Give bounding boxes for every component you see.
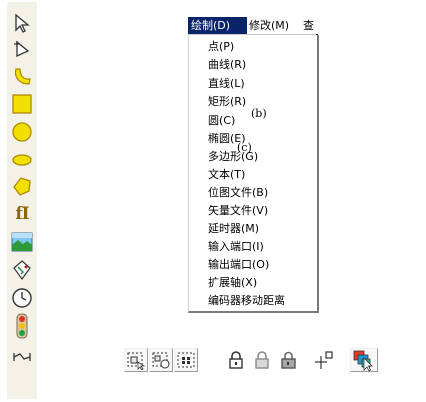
ellipse-icon[interactable] — [10, 148, 34, 172]
color-icon[interactable] — [350, 348, 378, 372]
select-all-icon[interactable] — [174, 348, 198, 372]
menu-item-line[interactable]: 直线(L) — [208, 75, 245, 92]
menu-bar: 绘制(D) 修改(M) 查 — [188, 17, 318, 35]
timer-icon[interactable] — [10, 286, 34, 310]
lock-all-icon[interactable] — [276, 348, 300, 372]
curve-icon[interactable] — [10, 65, 34, 89]
select-arrow-icon[interactable] — [10, 11, 34, 35]
origin-icon[interactable] — [312, 348, 336, 372]
menu-item-bitmap-file[interactable]: 位图文件(B) — [208, 184, 268, 201]
text-tool-glyph: fI — [15, 204, 29, 224]
menu-item-encoder-distance[interactable]: 编码器移动距离 — [208, 292, 285, 309]
menu-item-timer[interactable]: 延时器(M) — [208, 220, 259, 237]
menu-item-point[interactable]: 点(P) — [208, 38, 234, 55]
polygon-icon[interactable] — [10, 174, 34, 198]
menu-query[interactable]: 查 — [300, 17, 317, 34]
menu-item-input-port[interactable]: 输入端口(I) — [208, 238, 264, 255]
annotation-b: (b) — [251, 107, 267, 120]
menu-item-vector-file[interactable]: 矢量文件(V) — [208, 202, 268, 219]
menu-item-output-port[interactable]: 输出端口(O) — [208, 256, 269, 273]
rectangle-icon[interactable] — [10, 92, 34, 116]
menu-item-circle[interactable]: 圆(C) — [208, 112, 235, 129]
vector-file-icon[interactable] — [10, 258, 34, 282]
point-arrow-icon[interactable] — [10, 37, 34, 61]
edit-toolbar — [124, 348, 386, 374]
annotation-c: (c) — [237, 141, 252, 154]
menu-item-extended-axis[interactable]: 扩展轴(X) — [208, 274, 257, 291]
group-icon[interactable] — [124, 348, 148, 372]
menu-item-rectangle[interactable]: 矩形(R) — [208, 93, 246, 110]
menu-modify[interactable]: 修改(M) — [246, 17, 292, 34]
circle-icon[interactable] — [10, 120, 34, 144]
drawing-toolbar: fI — [7, 2, 37, 399]
axis-icon[interactable] — [10, 344, 34, 368]
ungroup-icon[interactable] — [149, 348, 173, 372]
menu-draw[interactable]: 绘制(D) — [188, 17, 247, 34]
bitmap-icon[interactable] — [10, 230, 34, 254]
text-icon[interactable]: fI — [10, 202, 34, 226]
menu-item-curve[interactable]: 曲线(R) — [208, 56, 246, 73]
lock-icon[interactable] — [224, 348, 248, 372]
draw-menu-dropdown: 点(P) 曲线(R) 直线(L) 矩形(R) 圆(C) 椭圆(E) 多边形(G)… — [188, 35, 319, 313]
menu-item-text[interactable]: 文本(T) — [208, 166, 245, 183]
io-port-icon[interactable] — [10, 313, 34, 339]
unlock-icon[interactable] — [250, 348, 274, 372]
